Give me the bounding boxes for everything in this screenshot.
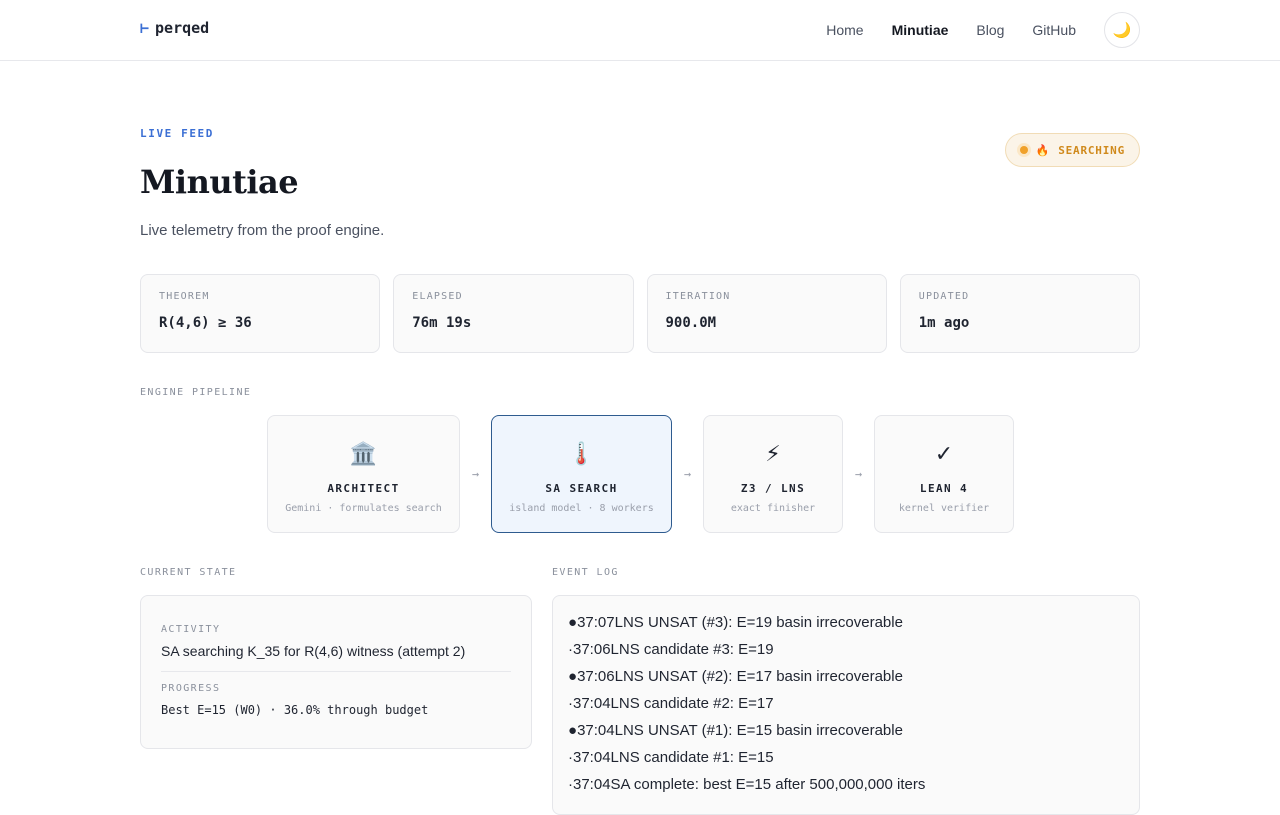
stat-value: R(4,6) ≥ 36 <box>159 315 252 331</box>
log-time: 37:07 <box>577 614 615 631</box>
nav-minutiae[interactable]: Minutiae <box>892 22 949 38</box>
stat-value: 76m 19s <box>412 315 472 331</box>
stage-desc: island model · 8 workers <box>509 503 654 514</box>
log-time: 37:06 <box>573 641 611 658</box>
stage-name: SA SEARCH <box>545 482 618 495</box>
status-dot <box>1019 146 1028 154</box>
stat-label: ELAPSED <box>412 291 463 302</box>
page-title: Minutiae <box>140 163 299 201</box>
stat-value: 1m ago <box>918 315 970 331</box>
stage-name: Z3 / LNS <box>740 482 806 495</box>
arrow-icon: → <box>854 467 863 481</box>
fire-icon: 🔥 <box>1035 143 1051 157</box>
status-badge: 🔥 SEARCHING <box>1004 133 1140 167</box>
arrow-icon: → <box>471 467 480 481</box>
log-text: LNS candidate #2: E=17 <box>610 695 774 712</box>
stat-label: ITERATION <box>665 291 731 302</box>
stat-cards: THEOREM R(4,6) ≥ 36 ELAPSED 76m 19s ITER… <box>140 274 1140 353</box>
log-entry: · 37:04 LNS candidate #2: E=17 <box>568 690 1124 717</box>
activity-text: SA searching K_35 for R(4,6) witness (at… <box>161 643 466 659</box>
log-entry: ● 37:04 LNS UNSAT (#1): E=15 basin irrec… <box>568 717 1124 744</box>
log-entry: ● 37:07 LNS UNSAT (#3): E=19 basin irrec… <box>568 609 1124 636</box>
main-nav: Home Minutiae Blog GitHub 🌙 <box>826 12 1140 48</box>
log-marker: ● <box>568 722 578 739</box>
log-time: 37:04 <box>573 749 611 766</box>
log-entry: · 37:04 LNS candidate #1: E=15 <box>568 744 1124 771</box>
stage-lean-4: ✓ LEAN 4 kernel verifier <box>874 415 1014 533</box>
stage-sa-search: 🌡️ SA SEARCH island model · 8 workers <box>491 415 672 533</box>
log-text: LNS UNSAT (#3): E=19 basin irrecoverable <box>614 614 903 631</box>
top-bar: ⊢ perqed Home Minutiae Blog GitHub 🌙 <box>0 0 1280 61</box>
theme-toggle-button[interactable]: 🌙 <box>1104 12 1140 48</box>
log-time: 37:06 <box>577 668 615 685</box>
stage-name: ARCHITECT <box>327 482 400 495</box>
log-marker: ● <box>568 668 578 685</box>
stat-card-updated: UPDATED 1m ago <box>899 274 1140 353</box>
nav-blog[interactable]: Blog <box>976 22 1004 38</box>
progress-label: PROGRESS <box>161 683 221 694</box>
checkmark-icon: ✓ <box>934 441 954 466</box>
nav-github[interactable]: GitHub <box>1032 22 1076 38</box>
log-text: LNS UNSAT (#2): E=17 basin irrecoverable <box>614 668 903 685</box>
brand-name: perqed <box>155 19 210 37</box>
stage-desc: exact finisher <box>730 503 816 514</box>
current-state-section-label: CURRENT STATE <box>140 567 237 578</box>
engine-pipeline: 🏛️ ARCHITECT Gemini · formulates search … <box>267 415 1014 533</box>
log-time: 37:04 <box>573 776 611 793</box>
arrow-icon: → <box>683 467 692 481</box>
log-entry: · 37:06 LNS candidate #3: E=19 <box>568 636 1124 663</box>
stat-card-theorem: THEOREM R(4,6) ≥ 36 <box>140 274 381 353</box>
brand-logo[interactable]: ⊢ perqed <box>140 19 209 37</box>
stage-z3-lns: ⚡ Z3 / LNS exact finisher <box>703 415 843 533</box>
log-time: 37:04 <box>577 722 615 739</box>
moon-icon: 🌙 <box>1112 22 1132 39</box>
pipeline-section-label: ENGINE PIPELINE <box>140 387 252 398</box>
stage-architect: 🏛️ ARCHITECT Gemini · formulates search <box>267 415 460 533</box>
stage-desc: kernel verifier <box>898 503 990 514</box>
log-marker: ● <box>568 614 578 631</box>
nav-home[interactable]: Home <box>826 22 863 38</box>
event-log-card[interactable]: ● 37:07 LNS UNSAT (#3): E=19 basin irrec… <box>552 595 1140 815</box>
log-text: LNS UNSAT (#1): E=15 basin irrecoverable <box>614 722 903 739</box>
log-text: LNS candidate #3: E=19 <box>610 641 774 658</box>
thermometer-icon: 🌡️ <box>567 441 596 466</box>
event-log-section-label: EVENT LOG <box>552 567 619 578</box>
stage-desc: Gemini · formulates search <box>285 503 442 514</box>
bank-building-icon: 🏛️ <box>349 441 378 466</box>
eyebrow-label: LIVE FEED <box>140 127 215 140</box>
log-text: LNS candidate #1: E=15 <box>610 749 774 766</box>
log-time: 37:04 <box>573 695 611 712</box>
turnstile-icon: ⊢ <box>140 19 150 37</box>
stage-name: LEAN 4 <box>919 482 969 495</box>
log-text: SA complete: best E=15 after 500,000,000… <box>610 776 926 793</box>
stat-label: THEOREM <box>159 291 210 302</box>
stat-card-iteration: ITERATION 900.0M <box>646 274 887 353</box>
progress-text: Best E=15 (W0) · 36.0% through budget <box>161 703 429 717</box>
divider <box>161 671 511 672</box>
current-state-card: ACTIVITY SA searching K_35 for R(4,6) wi… <box>140 595 532 749</box>
stat-label: UPDATED <box>918 291 970 302</box>
lightning-icon: ⚡ <box>765 441 781 466</box>
status-label: SEARCHING <box>1058 143 1125 157</box>
page-subtitle: Live telemetry from the proof engine. <box>140 222 385 239</box>
log-entry: · 37:04 SA complete: best E=15 after 500… <box>568 771 1124 798</box>
stat-card-elapsed: ELAPSED 76m 19s <box>393 274 634 353</box>
log-entry: ● 37:06 LNS UNSAT (#2): E=17 basin irrec… <box>568 663 1124 690</box>
activity-label: ACTIVITY <box>161 624 221 635</box>
stat-value: 900.0M <box>665 315 717 331</box>
